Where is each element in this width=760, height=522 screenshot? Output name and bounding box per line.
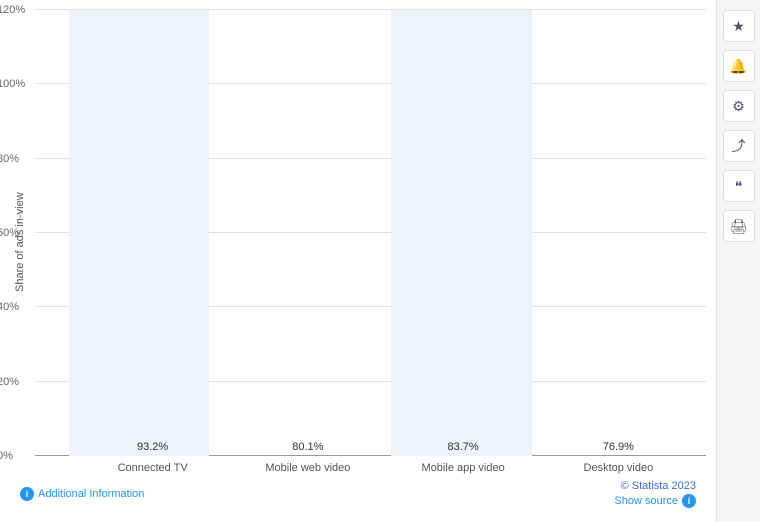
chart-area: Share of ads in-view 120%100%80%60%40%20…	[0, 0, 716, 522]
show-source-button[interactable]: Show source i	[614, 494, 696, 508]
y-axis-tick-label: 20%	[0, 376, 19, 388]
settings-button[interactable]: ⚙	[723, 90, 755, 122]
y-axis-tick-label: 120%	[0, 4, 25, 16]
x-axis-label: Desktop video	[573, 462, 663, 474]
x-axis-label: Mobile app video	[418, 462, 508, 474]
chart-inner: 120%100%80%60%40%20%0%93.2%80.1%83.7%76.…	[30, 10, 706, 474]
y-axis-tick-label: 80%	[0, 153, 19, 165]
show-source-label: Show source	[614, 495, 678, 507]
bar-value-label: 93.2%	[137, 441, 168, 453]
bar-group: 93.2%	[108, 441, 198, 456]
y-axis-tick-label: 100%	[0, 78, 25, 90]
bar-value-label: 76.9%	[603, 441, 634, 453]
bar-group: 76.9%	[573, 441, 663, 456]
star-button[interactable]: ★	[723, 10, 755, 42]
additional-info-label[interactable]: Additional Information	[38, 488, 144, 500]
x-axis-labels: Connected TV Mobile web video Mobile app v…	[35, 456, 706, 474]
sidebar: ★ 🔔 ⚙ ⤴ ❝ 🖨	[716, 0, 760, 522]
y-axis-tick-label: 60%	[0, 227, 19, 239]
bar-value-label: 83.7%	[448, 441, 479, 453]
bar-group: 83.7%	[418, 441, 508, 456]
quote-button[interactable]: ❝	[723, 170, 755, 202]
share-button[interactable]: ⤴	[723, 130, 755, 162]
source-info-icon: i	[682, 494, 696, 508]
bell-button[interactable]: 🔔	[723, 50, 755, 82]
x-axis-label: Connected TV	[108, 462, 198, 474]
bar-value-label: 80.1%	[292, 441, 323, 453]
footer-right: © Statista 2023 Show source i	[614, 480, 696, 508]
footer: i Additional Information © Statista 2023…	[10, 474, 706, 512]
print-button[interactable]: 🖨	[723, 210, 755, 242]
bar-group: 80.1%	[263, 441, 353, 456]
bars-container: 93.2% 80.1% 83.7% 76.9%	[75, 10, 696, 456]
chart-wrapper: Share of ads in-view 120%100%80%60%40%20…	[10, 10, 706, 474]
grid-and-bars: 120%100%80%60%40%20%0%93.2%80.1%83.7%76.…	[35, 10, 706, 456]
statista-credit: © Statista 2023	[621, 480, 696, 492]
info-icon: i	[20, 487, 34, 501]
x-axis-label: Mobile web video	[263, 462, 353, 474]
y-axis-tick-label: 40%	[0, 301, 19, 313]
footer-left[interactable]: i Additional Information	[20, 487, 144, 501]
y-axis-tick-label: 0%	[0, 450, 13, 462]
main-container: Share of ads in-view 120%100%80%60%40%20…	[0, 0, 760, 522]
